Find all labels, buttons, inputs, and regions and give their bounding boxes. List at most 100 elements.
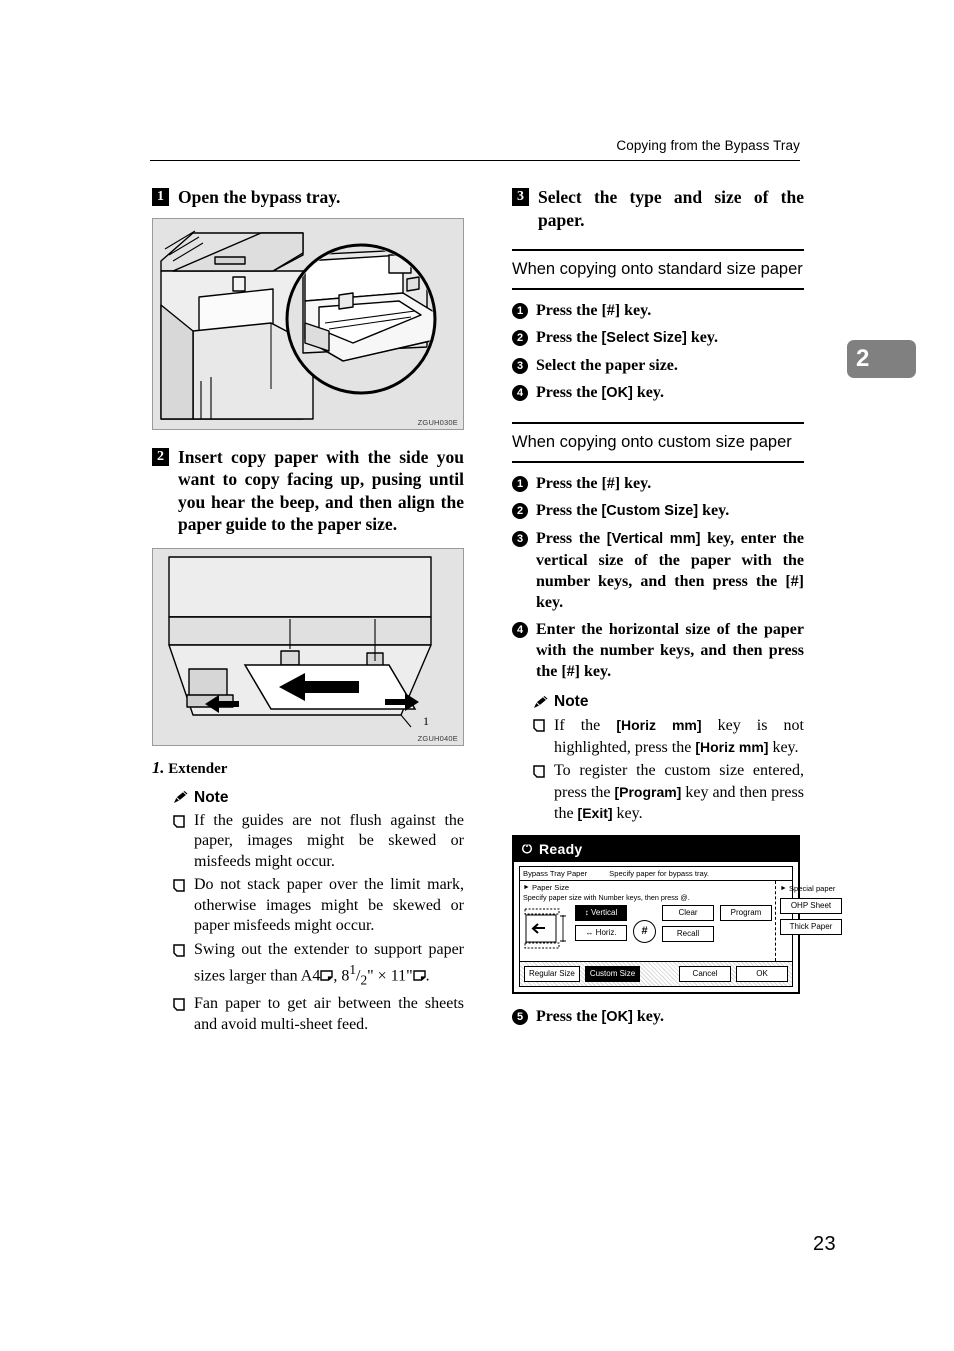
triangle-right-icon: ► — [780, 884, 787, 892]
note-item-text: If the [Horiz mm] key is not highlighted… — [554, 715, 804, 758]
substep-text: Press the [Vertical mm] key, enter the v… — [536, 528, 804, 613]
substep-number: 4 — [512, 385, 528, 401]
lcd-paper-size-area: ► Paper Size Specify paper size with Num… — [520, 881, 775, 961]
recall-button[interactable]: Recall — [662, 925, 714, 942]
ohp-sheet-button[interactable]: OHP Sheet — [780, 897, 842, 914]
vertical-mm-button[interactable]: ↕ Vertical — [575, 904, 627, 921]
lcd-special-paper-label: Special paper — [788, 883, 836, 893]
note-item: If the guides are not flush against the … — [172, 811, 464, 873]
substep: 4 Press the [OK] key. — [512, 382, 804, 404]
horiz-mm-button[interactable]: ↔ Horiz. — [575, 924, 627, 941]
note-item-text: To register the custom size entered, pre… — [554, 761, 804, 825]
figure-insert-paper: 1 ZGUH040E — [152, 547, 464, 746]
substep-text: Press the [Select Size] key. — [536, 327, 804, 349]
note-mid: , 8 — [333, 967, 350, 985]
figure-1-artwork — [160, 230, 437, 420]
lcd-bottom-bar: Regular Size Custom Size Cancel OK — [520, 960, 792, 986]
section-standard-heading: When copying onto standard size paper — [512, 260, 803, 278]
horiz-button-label: Horiz. — [595, 927, 617, 937]
text-run: Select the paper size. — [536, 357, 678, 374]
page-number: 23 — [812, 1233, 836, 1255]
caption-label: Extender — [168, 760, 228, 777]
text-run: Press the — [536, 1007, 602, 1025]
standard-size-steps: 1 Press the [#] key. 2 Press the [Select Si… — [512, 300, 804, 404]
fraction-numerator: 1 — [349, 962, 357, 977]
hash-key-button[interactable]: # — [633, 919, 656, 943]
step-3: 3 Select the type and size of the paper. — [512, 186, 804, 231]
lcd-special-paper-label-row: ► Special paper — [780, 884, 842, 893]
note-inch: " × 11" — [367, 967, 413, 985]
step-2: 2 Insert copy paper with the side you wa… — [152, 446, 464, 536]
key-label: [Program] — [614, 783, 682, 800]
program-button[interactable]: Program — [720, 904, 772, 921]
left-note-block: Note If the guides are not flush against… — [172, 789, 464, 1036]
text-run: Press the — [536, 502, 602, 519]
text-run: Press the — [536, 475, 602, 492]
note-item-text: If the guides are not flush against the … — [194, 811, 464, 870]
custom-size-button[interactable]: Custom Size — [584, 965, 641, 982]
substep: 1 Press the [#] key. — [512, 473, 804, 494]
lcd-title-bar: Ready — [514, 836, 798, 862]
note-item-text: Do not stack paper over the limit mark, … — [194, 876, 464, 934]
key-label: [Exit] — [577, 805, 613, 821]
step-3-number: 3 — [512, 188, 529, 206]
vertical-button-label: Vertical — [591, 907, 618, 917]
regular-size-button[interactable]: Regular Size — [524, 965, 580, 982]
text-run: key. — [686, 329, 719, 346]
header-rule — [150, 160, 800, 161]
special-paper-buttons: OHP Sheet Thick Paper — [780, 897, 842, 935]
thick-paper-button[interactable]: Thick Paper — [780, 918, 842, 935]
text-run: key. — [620, 475, 652, 492]
clear-button[interactable]: Clear — [662, 904, 714, 921]
lcd-frame: Bypass Tray Paper Specify paper for bypa… — [519, 865, 842, 987]
text-run: Press the — [536, 530, 607, 547]
substep-text: Press the [OK] key. — [536, 1006, 804, 1028]
step-3-text: Select the type and size of the paper. — [538, 187, 804, 230]
text-run: Press the — [536, 329, 602, 346]
manual-page: Copying from the Bypass Tray 2 23 1 Open… — [0, 0, 954, 1351]
lcd-mode-label: Bypass Tray Paper — [523, 868, 588, 878]
figure-2-callout: 1 — [423, 714, 429, 728]
note-heading: Note — [532, 693, 804, 711]
right-column: 3 Select the type and size of the paper.… — [512, 186, 842, 1034]
note-heading-text: Note — [194, 788, 229, 806]
note-bullet-icon — [173, 879, 185, 892]
key-label: [Horiz mm] — [616, 717, 702, 733]
lcd-special-paper-area: ► Special paper OHP Sheet Thick Paper — [775, 880, 845, 961]
substep: 4 Enter the horizontal size of the paper … — [512, 619, 804, 682]
substep: 2 Press the [Select Size] key. — [512, 327, 804, 349]
ok-button[interactable]: OK — [736, 965, 788, 982]
operation-panel-screenshot: Ready Bypass Tray Paper Specify paper fo… — [512, 834, 842, 994]
step-2-number: 2 — [152, 447, 169, 466]
section-standard-size: When copying onto standard size paper — [512, 249, 804, 290]
step-1-number: 1 — [152, 188, 169, 206]
left-column: 1 Open the bypass tray. ZGUH030E 2 Inser… — [152, 186, 464, 1038]
note-item-text-paper-size: Swing out the extender to support paper … — [194, 940, 464, 988]
pencil-icon — [172, 790, 189, 805]
key-label: [OK] — [601, 385, 633, 401]
cancel-button[interactable]: Cancel — [679, 965, 731, 982]
section-rule-bottom — [512, 288, 804, 290]
substep-number: 2 — [512, 330, 528, 346]
substep: 5 Press the [OK] key. — [512, 1006, 804, 1028]
note-item-text: Fan paper to get air between the sheets … — [194, 995, 464, 1033]
pencil-icon — [532, 695, 549, 710]
figure-2-code: ZGUH040E — [417, 733, 458, 743]
custom-size-steps: 1 Press the [#] key. 2 Press the [Custom Si… — [512, 473, 804, 682]
text-run: Press the — [536, 302, 602, 319]
key-label: [#] — [601, 475, 621, 492]
text-run: If the — [554, 717, 617, 734]
landscape-orientation-icon — [320, 967, 334, 984]
substep-number: 3 — [512, 531, 528, 547]
note-bullet-icon — [533, 765, 545, 778]
substep-number: 2 — [512, 503, 528, 519]
note-heading-text: Note — [554, 693, 589, 710]
note-bullet-icon — [173, 943, 185, 957]
substep: 3 Press the [Vertical mm] key, enter the … — [512, 528, 804, 613]
substep-text: Press the [OK] key. — [536, 382, 804, 404]
note-bullet-icon — [173, 998, 185, 1011]
note-heading: Note — [172, 789, 464, 807]
power-icon — [521, 841, 533, 857]
running-head: Copying from the Bypass Tray — [616, 138, 800, 153]
paper-a4-label: A4 — [300, 967, 321, 985]
